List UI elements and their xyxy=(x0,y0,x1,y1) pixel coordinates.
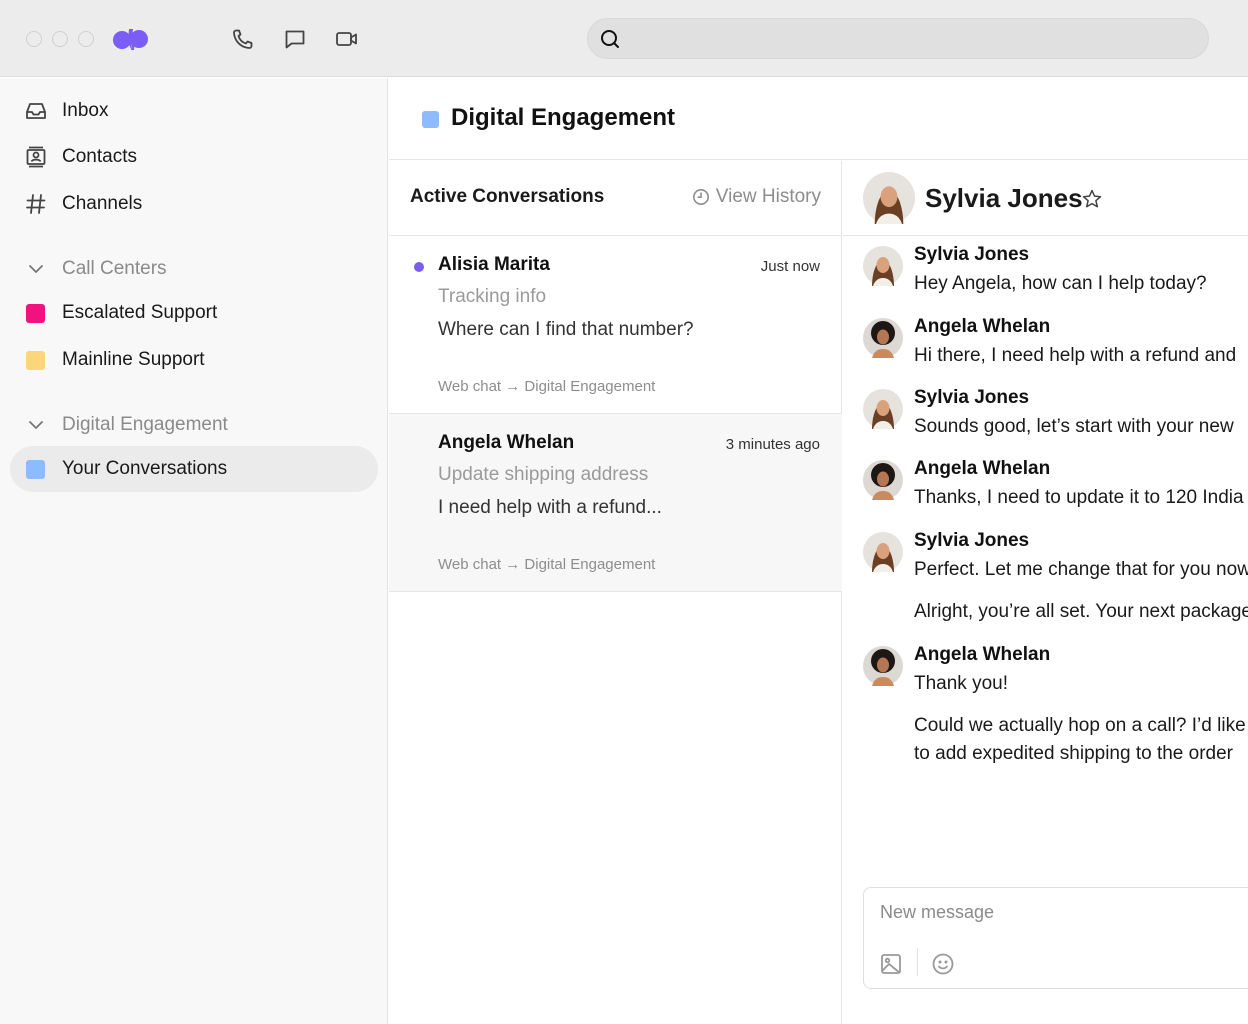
title-bar xyxy=(0,0,1248,77)
conversation-time: 3 minutes ago xyxy=(725,436,820,453)
unread-indicator xyxy=(414,262,424,272)
section-digital-engagement[interactable]: Digital Engagement xyxy=(10,405,378,445)
chat-header: Sylvia Jones xyxy=(843,161,1248,236)
message-input[interactable] xyxy=(880,900,1240,924)
sidebar-item-label: Your Conversations xyxy=(62,458,228,479)
sidebar-item-escalated-support[interactable]: Escalated Support xyxy=(10,290,378,336)
sidebar-item-label: Inbox xyxy=(62,100,109,121)
color-swatch xyxy=(26,460,45,479)
sidebar: Inbox Contacts Channels Call Centers Esc… xyxy=(0,78,388,1024)
window-close-button[interactable] xyxy=(26,31,42,47)
clock-icon xyxy=(692,189,709,205)
conversation-list-header: Active Conversations View History xyxy=(389,161,842,236)
message-text: Sounds good, let’s start with your new xyxy=(914,416,1234,437)
avatar-sylvia-jones xyxy=(863,532,903,572)
star-icon[interactable] xyxy=(1081,188,1103,210)
contacts-icon xyxy=(24,145,48,169)
window-minimize-button[interactable] xyxy=(52,31,68,47)
message-sender: Angela Whelan xyxy=(914,458,1051,479)
message-sender: Sylvia Jones xyxy=(914,387,1030,408)
sidebar-item-contacts[interactable]: Contacts xyxy=(10,134,378,180)
avatar-sylvia-jones xyxy=(863,389,903,429)
avatar-sylvia-jones xyxy=(863,246,903,286)
emoji-icon[interactable] xyxy=(931,952,955,976)
conversation-preview: I need help with a refund... xyxy=(438,497,662,518)
search-bar[interactable] xyxy=(587,18,1209,59)
message-text: Alright, you’re all set. Your next packa… xyxy=(914,601,1248,622)
message-text: to add expedited shipping to the order xyxy=(914,743,1234,764)
hash-icon xyxy=(24,192,48,216)
image-attach-icon[interactable] xyxy=(879,952,903,976)
chevron-down-icon xyxy=(26,417,46,433)
sidebar-item-label: Channels xyxy=(62,193,143,214)
avatar-sylvia-jones[interactable] xyxy=(863,172,915,224)
conversation-subject: Tracking info xyxy=(438,286,547,307)
main-header: Digital Engagement xyxy=(389,78,1248,160)
chat-contact-name: Sylvia Jones xyxy=(925,183,1083,213)
toolbar-divider xyxy=(917,948,918,976)
message-text: Hi there, I need help with a refund and xyxy=(914,345,1237,366)
view-history-button[interactable]: View History xyxy=(692,186,821,208)
phone-icon[interactable] xyxy=(231,27,255,51)
conversation-preview: Where can I find that number? xyxy=(438,319,694,340)
avatar-angela-whelan xyxy=(863,460,903,500)
sidebar-item-label: Mainline Support xyxy=(62,349,205,370)
message-composer xyxy=(863,887,1248,989)
search-input[interactable] xyxy=(632,19,1192,58)
inbox-icon xyxy=(24,99,48,123)
message-sender: Angela Whelan xyxy=(914,316,1051,337)
conversation-item[interactable]: Angela Whelan 3 minutes ago Update shipp… xyxy=(389,414,842,592)
view-history-label: View History xyxy=(715,186,821,207)
message-text: Hey Angela, how can I help today? xyxy=(914,273,1207,294)
message-text: Could we actually hop on a call? I’d lik… xyxy=(914,715,1246,736)
conversation-item[interactable]: Alisia Marita Just now Tracking info Whe… xyxy=(389,236,842,414)
conversation-name: Alisia Marita xyxy=(438,254,550,275)
message-text: Perfect. Let me change that for you now xyxy=(914,559,1248,580)
section-label: Call Centers xyxy=(62,258,167,279)
message-sender: Angela Whelan xyxy=(914,644,1051,665)
color-swatch xyxy=(422,111,439,128)
avatar-angela-whelan xyxy=(863,318,903,358)
sidebar-item-mainline-support[interactable]: Mainline Support xyxy=(10,337,378,383)
conversation-list: Active Conversations View History Alisia… xyxy=(389,161,842,1024)
message-text: Thanks, I need to update it to 120 India xyxy=(914,487,1244,508)
conversation-route: Web chat → Digital Engagement xyxy=(438,556,656,573)
message-sender: Sylvia Jones xyxy=(914,530,1030,551)
conversation-subject: Update shipping address xyxy=(438,464,649,485)
color-swatch xyxy=(26,351,45,370)
conversation-time: Just now xyxy=(760,258,820,275)
conversation-list-title: Active Conversations xyxy=(410,186,605,207)
section-label: Digital Engagement xyxy=(62,414,228,435)
chat-bubble-icon[interactable] xyxy=(283,27,307,51)
sidebar-item-label: Escalated Support xyxy=(62,302,218,323)
search-icon xyxy=(599,28,621,50)
sidebar-item-your-conversations[interactable]: Your Conversations xyxy=(10,446,378,492)
color-swatch xyxy=(26,304,45,323)
conversation-route: Web chat → Digital Engagement xyxy=(438,378,656,395)
chat-panel: Sylvia Jones Sylvia Jones Hey Angela, ho… xyxy=(843,161,1248,1024)
avatar-angela-whelan xyxy=(863,646,903,686)
app-logo xyxy=(112,26,150,52)
message-sender: Sylvia Jones xyxy=(914,244,1030,265)
sidebar-item-inbox[interactable]: Inbox xyxy=(10,88,378,134)
section-call-centers[interactable]: Call Centers xyxy=(10,249,378,289)
page-title: Digital Engagement xyxy=(451,104,676,131)
window-zoom-button[interactable] xyxy=(78,31,94,47)
sidebar-item-channels[interactable]: Channels xyxy=(10,181,378,227)
message-text: Thank you! xyxy=(914,673,1008,694)
video-icon[interactable] xyxy=(335,27,359,51)
chevron-down-icon xyxy=(26,261,46,277)
conversation-name: Angela Whelan xyxy=(438,432,575,453)
sidebar-item-label: Contacts xyxy=(62,146,137,167)
